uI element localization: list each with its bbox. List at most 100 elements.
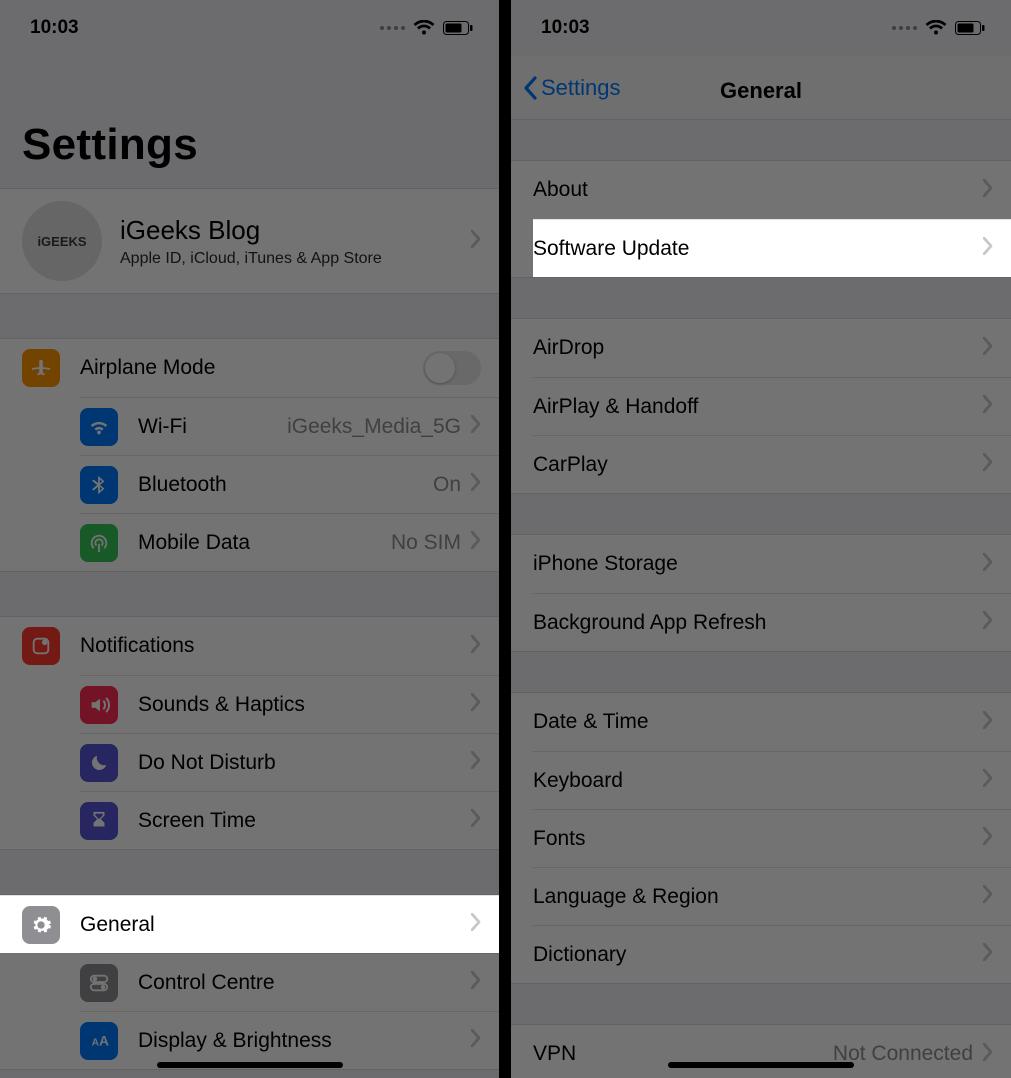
antenna-icon xyxy=(80,524,118,562)
profile-name: iGeeks Blog xyxy=(120,215,382,246)
row-label: Software Update xyxy=(533,237,689,261)
general-group-2: iPhone Storage Background App Refresh xyxy=(511,534,1011,652)
chevron-right-icon xyxy=(471,635,481,658)
row-value: iGeeks_Media_5G xyxy=(287,415,461,439)
chevron-right-icon xyxy=(983,337,993,360)
wifi-icon xyxy=(80,408,118,446)
bluetooth-icon xyxy=(80,466,118,504)
connectivity-group: Airplane Mode Wi-Fi iGeeks_Media_5G Bluetoo… xyxy=(0,338,499,572)
row-label: Fonts xyxy=(533,827,586,851)
avatar: iGEEKS xyxy=(22,201,102,281)
row-value: On xyxy=(433,473,461,497)
chevron-right-icon xyxy=(471,531,481,554)
vpn-row[interactable]: VPN Not Connected xyxy=(511,1025,1011,1078)
notifications-group: Notifications Sounds & Haptics Do Not Dist… xyxy=(0,616,499,850)
airplane-icon xyxy=(22,349,60,387)
speaker-icon xyxy=(80,686,118,724)
wifi-row[interactable]: Wi-Fi iGeeks_Media_5G xyxy=(80,397,499,455)
datetime-row[interactable]: Date & Time xyxy=(511,693,1011,751)
apple-id-row[interactable]: iGEEKS iGeeks Blog Apple ID, iCloud, iTu… xyxy=(0,189,499,293)
row-label: Do Not Disturb xyxy=(138,751,276,775)
chevron-right-icon xyxy=(471,230,481,253)
airplane-row[interactable]: Airplane Mode xyxy=(0,339,499,397)
row-label: Notifications xyxy=(80,634,194,658)
status-time: 10:03 xyxy=(541,17,590,39)
hourglass-icon xyxy=(80,802,118,840)
about-row[interactable]: About xyxy=(511,161,1011,219)
row-label: VPN xyxy=(533,1042,576,1066)
gear-icon xyxy=(22,906,60,944)
chevron-right-icon xyxy=(983,453,993,476)
svg-text:A: A xyxy=(99,1033,109,1048)
aa-icon: AA xyxy=(80,1022,118,1060)
row-value: Not Connected xyxy=(833,1042,973,1066)
battery-icon xyxy=(443,21,473,35)
chevron-right-icon xyxy=(471,415,481,438)
row-label: Display & Brightness xyxy=(138,1029,332,1053)
sounds-row[interactable]: Sounds & Haptics xyxy=(80,675,499,733)
moon-icon xyxy=(80,744,118,782)
row-label: Language & Region xyxy=(533,885,719,909)
chevron-right-icon xyxy=(471,473,481,496)
row-label: Date & Time xyxy=(533,710,649,734)
bgapp-row[interactable]: Background App Refresh xyxy=(533,593,1011,651)
page-title: Settings xyxy=(0,56,499,188)
storage-row[interactable]: iPhone Storage xyxy=(511,535,1011,593)
chevron-right-icon xyxy=(471,809,481,832)
row-label: Bluetooth xyxy=(138,473,227,497)
apple-id-group: iGEEKS iGeeks Blog Apple ID, iCloud, iTu… xyxy=(0,188,499,294)
chevron-right-icon xyxy=(983,611,993,634)
general-group-4: VPN Not Connected xyxy=(511,1024,1011,1078)
swu-row[interactable]: Software Update xyxy=(533,219,1011,277)
display-row[interactable]: AA Display & Brightness xyxy=(80,1011,499,1069)
row-label: iPhone Storage xyxy=(533,552,678,576)
row-label: Dictionary xyxy=(533,943,626,967)
notifications-row[interactable]: Notifications xyxy=(0,617,499,675)
back-button[interactable]: Settings xyxy=(523,75,621,101)
dnd-row[interactable]: Do Not Disturb xyxy=(80,733,499,791)
chevron-right-icon xyxy=(471,751,481,774)
general-group-0: About Software Update xyxy=(511,160,1011,278)
row-label: Control Centre xyxy=(138,971,275,995)
screentime-row[interactable]: Screen Time xyxy=(80,791,499,849)
chevron-right-icon xyxy=(471,971,481,994)
row-value: No SIM xyxy=(391,531,461,555)
bell-icon xyxy=(22,627,60,665)
chevron-right-icon xyxy=(983,711,993,734)
chevron-right-icon xyxy=(983,1043,993,1066)
general-row[interactable]: General xyxy=(0,895,499,953)
mobile-row[interactable]: Mobile Data No SIM xyxy=(80,513,499,571)
chevron-right-icon xyxy=(983,943,993,966)
settings-screen: 10:03 Settings iGEEKS iGeeks Blog Apple … xyxy=(0,0,499,1078)
chevron-right-icon xyxy=(983,237,993,260)
row-label: General xyxy=(80,913,155,937)
row-label: Keyboard xyxy=(533,769,623,793)
airdrop-row[interactable]: AirDrop xyxy=(511,319,1011,377)
nav-bar: Settings General xyxy=(511,56,1011,120)
chevron-right-icon xyxy=(983,179,993,202)
bluetooth-row[interactable]: Bluetooth On xyxy=(80,455,499,513)
general-screen: 10:03 Settings General About Software Upd… xyxy=(511,0,1011,1078)
lang-row[interactable]: Language & Region xyxy=(533,867,1011,925)
chevron-right-icon xyxy=(983,769,993,792)
cellular-dots-icon xyxy=(892,26,917,30)
row-label: Mobile Data xyxy=(138,531,250,555)
row-label: AirPlay & Handoff xyxy=(533,395,698,419)
fonts-row[interactable]: Fonts xyxy=(533,809,1011,867)
airplay-row[interactable]: AirPlay & Handoff xyxy=(533,377,1011,435)
control-row[interactable]: Control Centre xyxy=(80,953,499,1011)
carplay-row[interactable]: CarPlay xyxy=(533,435,1011,493)
home-indicator[interactable] xyxy=(157,1062,343,1068)
home-indicator[interactable] xyxy=(668,1062,854,1068)
row-label: Wi-Fi xyxy=(138,415,187,439)
airplane-toggle[interactable] xyxy=(423,351,481,385)
general-group-1: AirDrop AirPlay & Handoff CarPlay xyxy=(511,318,1011,494)
row-label: AirDrop xyxy=(533,336,604,360)
general-group: General Control Centre AA Display & Brightn… xyxy=(0,894,499,1070)
cellular-dots-icon xyxy=(380,26,405,30)
keyboard-row[interactable]: Keyboard xyxy=(533,751,1011,809)
dict-row[interactable]: Dictionary xyxy=(533,925,1011,983)
status-bar: 10:03 xyxy=(511,0,1011,56)
row-label: Sounds & Haptics xyxy=(138,693,305,717)
profile-subtitle: Apple ID, iCloud, iTunes & App Store xyxy=(120,250,382,268)
